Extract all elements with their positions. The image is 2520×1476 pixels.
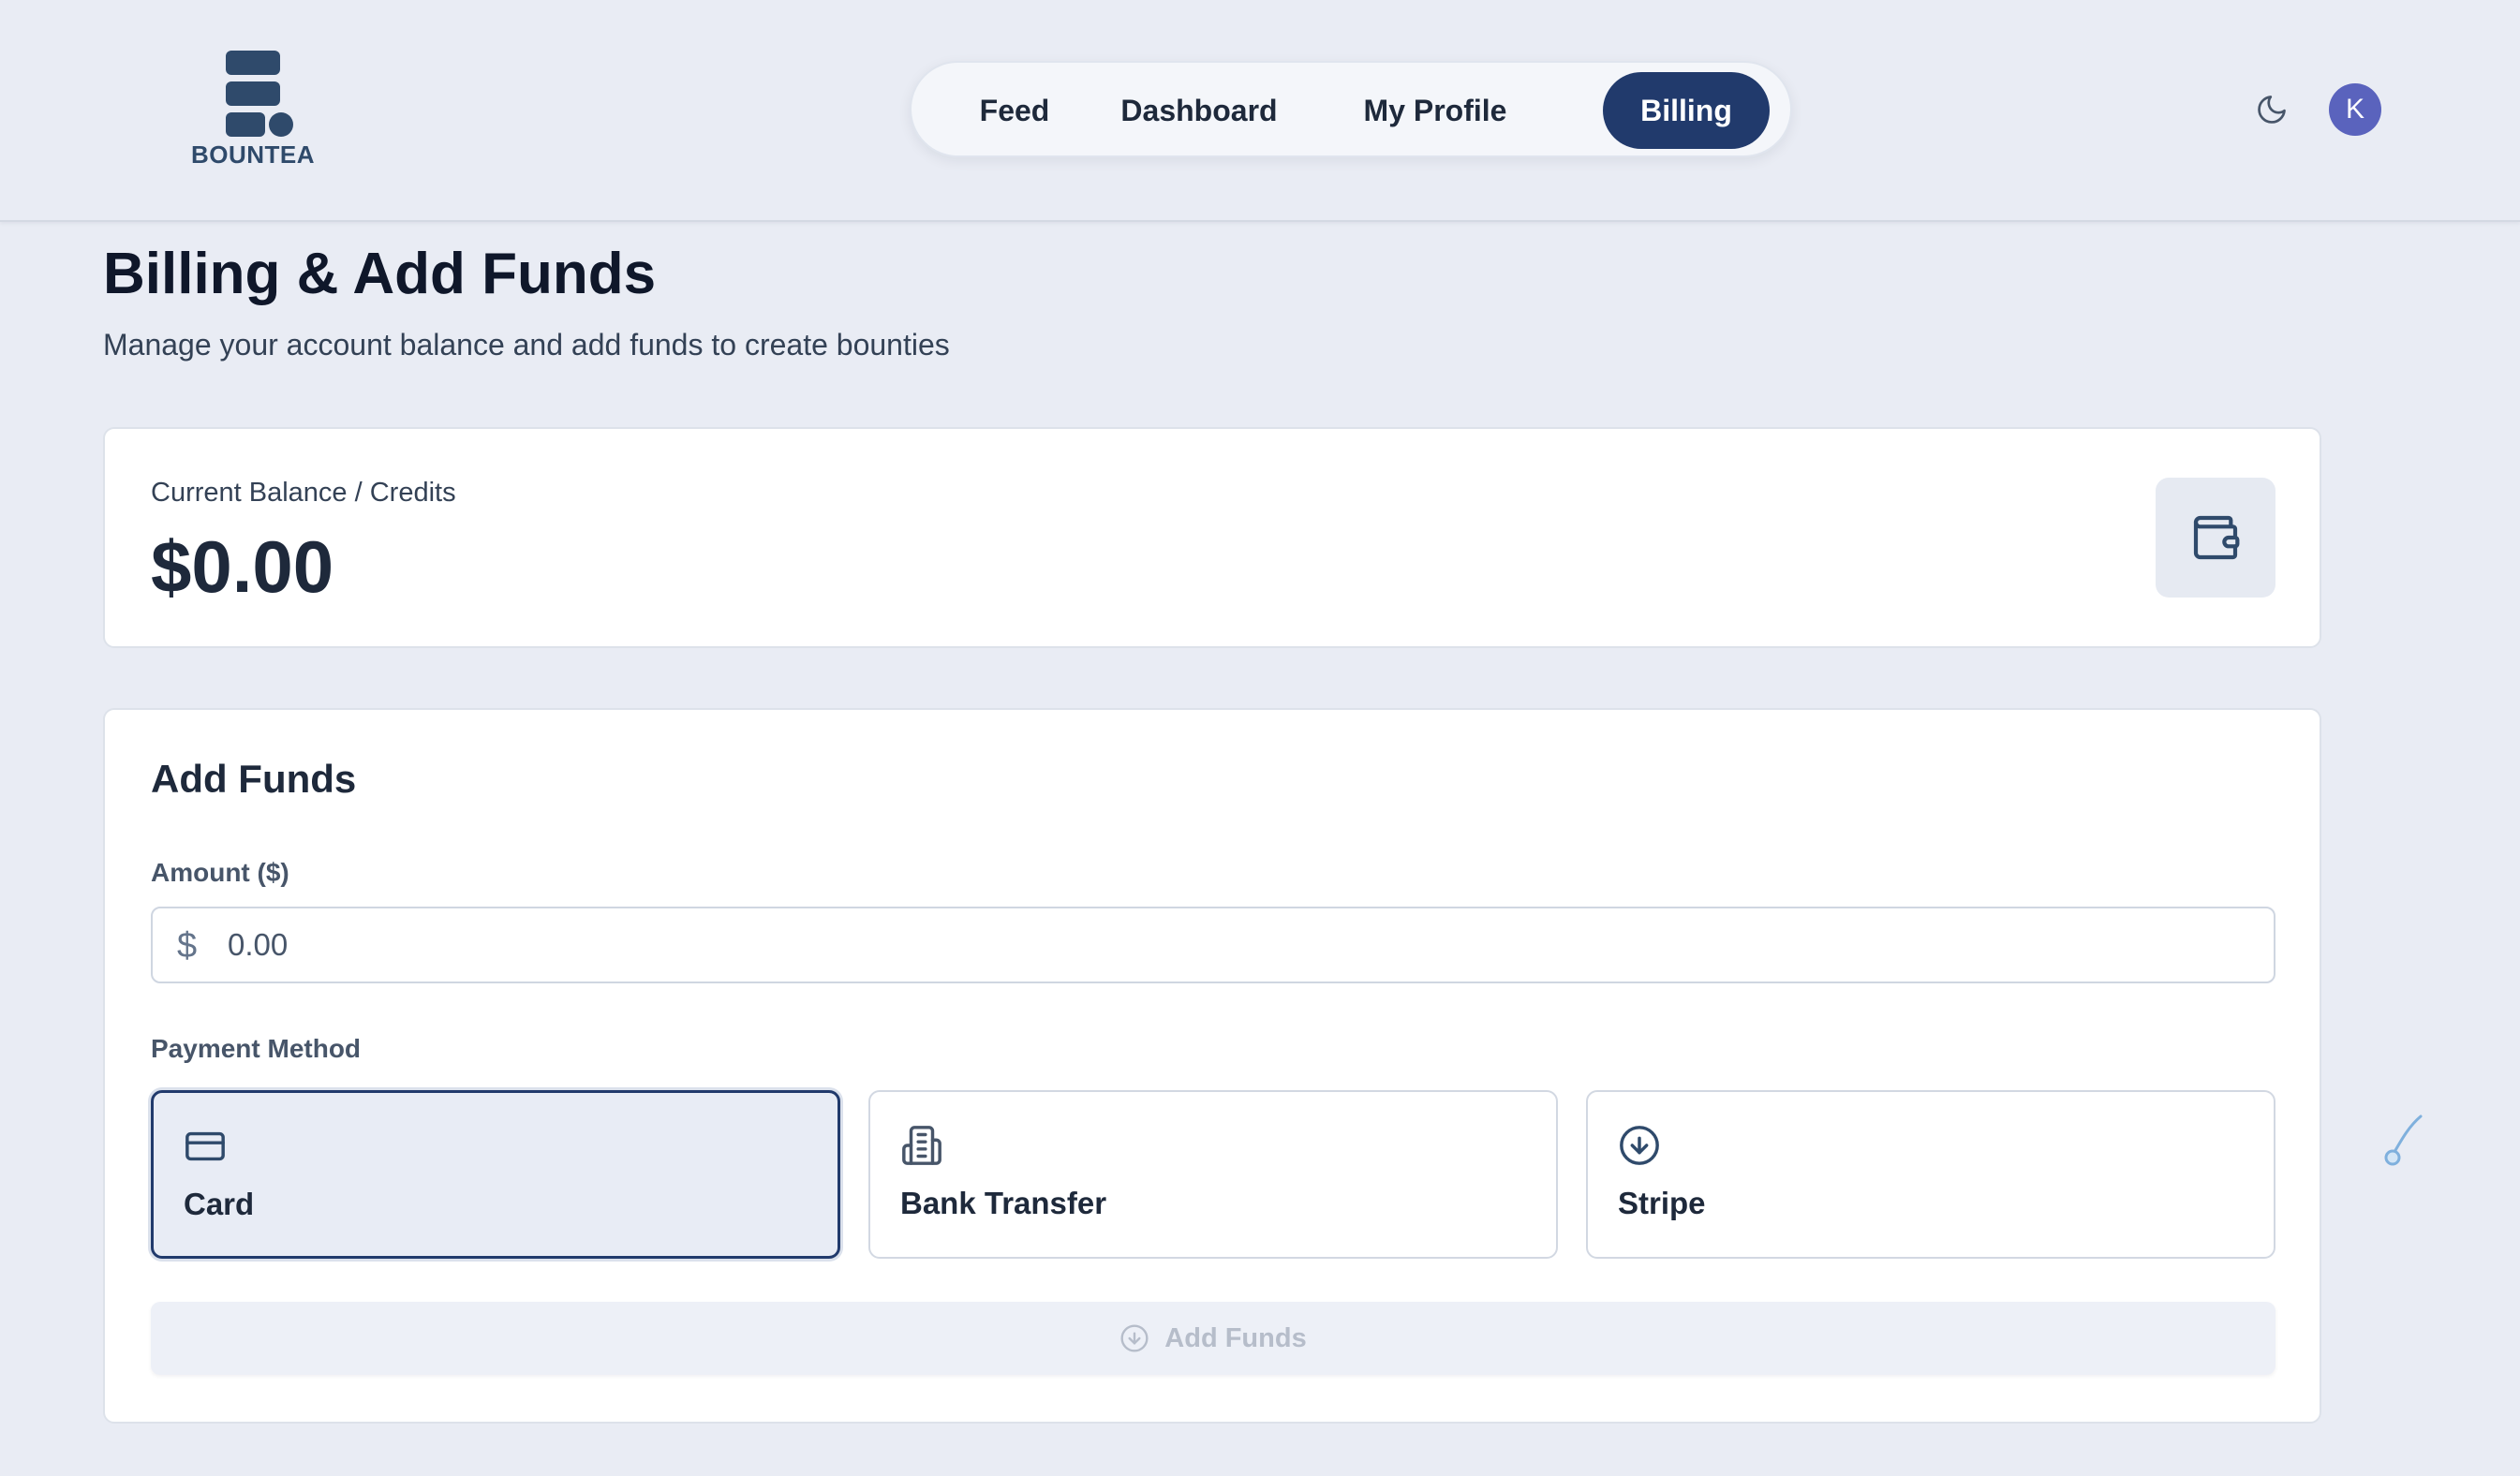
nav-my-profile[interactable]: My Profile: [1331, 72, 1539, 149]
balance-value: $0.00: [151, 525, 334, 608]
logo-mark-icon: [226, 51, 293, 139]
balance-label: Current Balance / Credits: [151, 478, 456, 508]
payment-method-bank-transfer[interactable]: Bank Transfer: [868, 1090, 1558, 1259]
nav-billing[interactable]: Billing: [1603, 72, 1770, 149]
nav-dashboard[interactable]: Dashboard: [1093, 72, 1305, 149]
bank-building-icon: [902, 1126, 941, 1165]
add-funds-button-label: Add Funds: [1164, 1322, 1307, 1353]
wallet-icon-box: [2156, 478, 2275, 598]
amount-input[interactable]: [228, 908, 2242, 982]
logo-text: BOUNTEA: [190, 140, 316, 169]
balance-card: Current Balance / Credits $0.00: [103, 427, 2321, 648]
top-header: BOUNTEA Feed Dashboard My Profile Billin…: [0, 0, 2520, 222]
page-subtitle: Manage your account balance and add fund…: [103, 328, 950, 362]
moon-icon[interactable]: [2255, 93, 2289, 126]
arrow-down-circle-icon: [1620, 1126, 1659, 1165]
payment-method-stripe[interactable]: Stripe: [1586, 1090, 2275, 1259]
floating-pen-widget-icon[interactable]: [2378, 1111, 2426, 1173]
add-funds-title: Add Funds: [151, 757, 357, 801]
plus-circle-icon: [1120, 1324, 1149, 1352]
payment-method-label: Bank Transfer: [900, 1186, 1107, 1220]
wallet-icon: [2193, 515, 2240, 560]
credit-card-icon: [185, 1131, 225, 1161]
page-title: Billing & Add Funds: [103, 242, 657, 306]
add-funds-button[interactable]: Add Funds: [151, 1302, 2275, 1375]
payment-method-label: Payment Method: [151, 1034, 362, 1063]
bountea-logo[interactable]: BOUNTEA: [190, 49, 316, 170]
user-avatar[interactable]: K: [2329, 83, 2381, 136]
payment-method-card[interactable]: Card: [151, 1090, 840, 1259]
add-funds-card: Add Funds Amount ($) $ Payment Method Ca…: [103, 708, 2321, 1424]
amount-label: Amount ($): [151, 858, 289, 887]
payment-method-label: Stripe: [1618, 1186, 1706, 1220]
payment-method-label: Card: [184, 1187, 255, 1221]
main-nav: Feed Dashboard My Profile Billing: [910, 61, 1792, 157]
amount-field: $: [151, 907, 2275, 983]
nav-feed[interactable]: Feed: [953, 72, 1076, 149]
dollar-icon: $: [177, 926, 198, 966]
